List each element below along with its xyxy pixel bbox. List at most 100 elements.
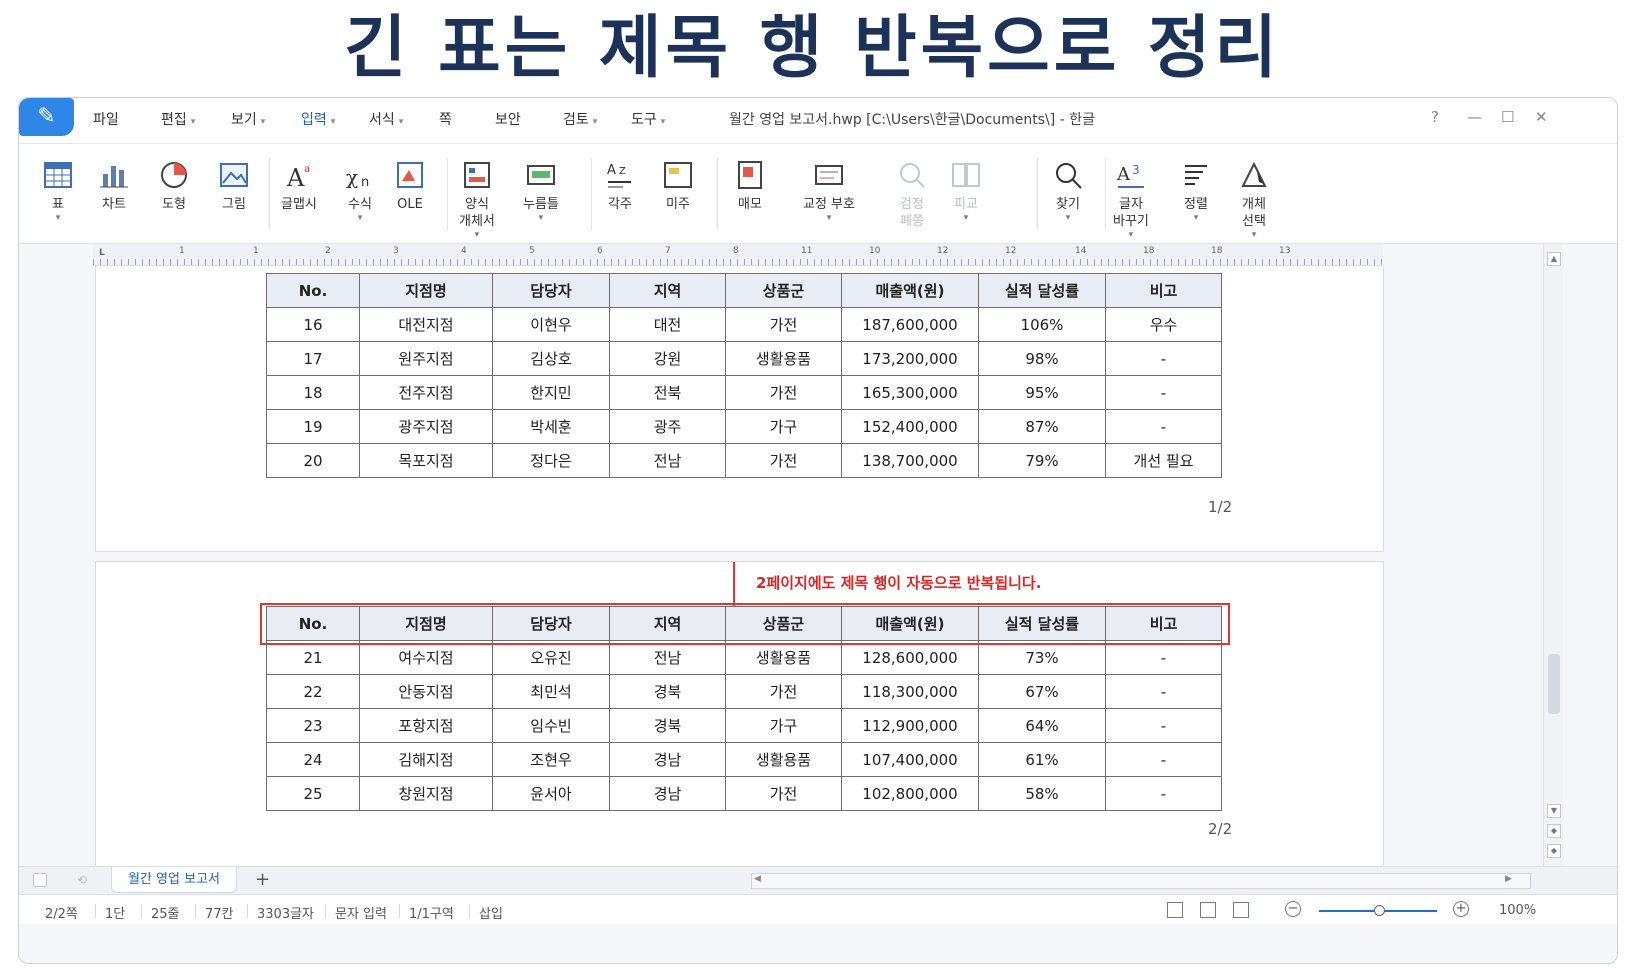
table-cell[interactable]: 79% <box>978 443 1106 478</box>
tab-nav-icon[interactable]: ⟲ <box>77 873 91 887</box>
table-cell[interactable]: 여수지점 <box>359 640 493 675</box>
table-cell[interactable]: 가전 <box>725 674 842 709</box>
table-row[interactable]: 22 안동지점 최민석 경북 가전 118,300,000 67% - <box>266 674 1222 709</box>
scroll-thumb[interactable] <box>1548 654 1560 714</box>
table-cell[interactable]: 187,600,000 <box>841 307 979 342</box>
ribbon-button-field[interactable]: 누름틀 ▾ <box>523 158 559 223</box>
table-page-2[interactable]: No. 지점명 담당자 지역 상품군 매출액(원) 실적 달성률 비고 21 여수지점 오유진 전남… <box>266 606 1222 811</box>
table-cell[interactable]: 21 <box>266 640 360 675</box>
scroll-left-icon[interactable]: ◀ <box>754 874 761 884</box>
table-cell[interactable]: 원주지점 <box>359 341 493 376</box>
table-cell[interactable]: 128,600,000 <box>841 640 979 675</box>
view-normal-icon[interactable] <box>1167 902 1183 918</box>
table-cell[interactable]: - <box>1105 674 1222 709</box>
table-cell[interactable]: 경남 <box>609 776 726 811</box>
table-cell[interactable]: 조현우 <box>492 742 610 777</box>
table-cell[interactable]: 가구 <box>725 708 842 743</box>
close-button[interactable]: ✕ <box>1535 108 1548 126</box>
table-cell[interactable]: 목포지점 <box>359 443 493 478</box>
ribbon-button-find[interactable]: 찾기 ▾ <box>1051 158 1085 223</box>
ribbon-button-chart[interactable]: 차트 <box>97 158 131 213</box>
help-icon[interactable]: ? <box>1431 108 1439 126</box>
maximize-button[interactable]: ☐ <box>1501 108 1514 126</box>
ribbon-button-form-object[interactable]: 양식 개체서 ▾ <box>459 158 495 240</box>
zoom-slider-knob[interactable] <box>1374 905 1385 916</box>
menu-item[interactable]: 편집 ▾ <box>161 109 195 129</box>
table-page-1[interactable]: No. 지점명 담당자 지역 상품군 매출액(원) 실적 달성률 비고 16 대전지점 이현우 대전… <box>266 273 1222 478</box>
menu-item[interactable]: 쪽 <box>439 109 452 129</box>
status-item[interactable]: 1/1구역 <box>409 903 454 922</box>
table-cell[interactable]: 24 <box>266 742 360 777</box>
table-cell[interactable]: 112,900,000 <box>841 708 979 743</box>
ribbon-button-sort[interactable]: 정렬 ▾ <box>1179 158 1213 223</box>
ribbon-button-select-object[interactable]: 개체 선택 ▾ <box>1237 158 1271 240</box>
table-cell[interactable]: 경북 <box>609 708 726 743</box>
ribbon-button-table[interactable]: 표 ▾ <box>41 158 75 223</box>
table-cell[interactable]: 광주지점 <box>359 409 493 444</box>
table-cell[interactable]: 전주지점 <box>359 375 493 410</box>
scroll-up-icon[interactable]: ▲ <box>1547 252 1561 266</box>
scroll-down-icon[interactable]: ▼ <box>1547 804 1561 818</box>
table-cell[interactable]: 95% <box>978 375 1106 410</box>
vertical-scrollbar[interactable]: ▲ ▼ ◆ ◆ <box>1543 244 1563 866</box>
table-cell[interactable]: 김상호 <box>492 341 610 376</box>
ribbon-button-replace[interactable]: A 3 글자 바꾸기 ▾ <box>1113 158 1149 240</box>
table-cell[interactable]: 18 <box>266 375 360 410</box>
ribbon-button-memo[interactable]: 매모 <box>733 158 767 213</box>
table-cell[interactable]: 58% <box>978 776 1106 811</box>
table-cell[interactable]: 김해지점 <box>359 742 493 777</box>
table-cell[interactable]: 개선 필요 <box>1105 443 1222 478</box>
table-cell[interactable]: 107,400,000 <box>841 742 979 777</box>
table-cell[interactable]: 가전 <box>725 307 842 342</box>
view-grid-icon[interactable] <box>1233 902 1249 918</box>
table-row[interactable]: 18 전주지점 한지민 전북 가전 165,300,000 95% - <box>266 375 1222 410</box>
table-cell[interactable]: 전남 <box>609 443 726 478</box>
app-logo-icon[interactable]: ✎ <box>19 98 74 136</box>
table-cell[interactable]: 98% <box>978 341 1106 376</box>
table-cell[interactable]: 전북 <box>609 375 726 410</box>
table-cell[interactable]: 25 <box>266 776 360 811</box>
table-cell[interactable]: 가전 <box>725 375 842 410</box>
table-cell[interactable]: - <box>1105 742 1222 777</box>
ribbon-button-equation[interactable]: χ n 수식 ▾ <box>343 158 377 223</box>
table-cell[interactable]: 가전 <box>725 776 842 811</box>
horizontal-ruler[interactable]: L 1 1 2 3 4 5 6 7 8 11 10 12 12 14 18 18 13 <box>93 244 1383 266</box>
table-cell[interactable]: 최민석 <box>492 674 610 709</box>
table-cell[interactable]: 광주 <box>609 409 726 444</box>
table-cell[interactable]: 106% <box>978 307 1106 342</box>
table-cell[interactable]: 생활용품 <box>725 640 842 675</box>
menu-item[interactable]: 입력 ▾ <box>301 109 335 129</box>
table-cell[interactable]: 22 <box>266 674 360 709</box>
document-tab[interactable]: 월간 영업 보고서 <box>111 867 237 893</box>
table-row[interactable]: 21 여수지점 오유진 전남 생활용품 128,600,000 73% - <box>266 640 1222 675</box>
table-cell[interactable]: 경북 <box>609 674 726 709</box>
menu-item[interactable]: 도구 ▾ <box>631 109 665 129</box>
table-cell[interactable]: 102,800,000 <box>841 776 979 811</box>
menu-item[interactable]: 서식 ▾ <box>369 109 403 129</box>
table-cell[interactable]: - <box>1105 341 1222 376</box>
menu-item[interactable]: 파일 <box>93 109 119 129</box>
table-cell[interactable]: 23 <box>266 708 360 743</box>
menu-item[interactable]: 검토 ▾ <box>563 109 597 129</box>
table-cell[interactable]: 윤서아 <box>492 776 610 811</box>
next-page-icon[interactable]: ◆ <box>1547 844 1561 858</box>
ruler-corner[interactable]: L <box>99 248 105 258</box>
table-cell[interactable]: 가구 <box>725 409 842 444</box>
table-cell[interactable]: - <box>1105 409 1222 444</box>
table-cell[interactable]: 전남 <box>609 640 726 675</box>
table-cell[interactable]: 박세훈 <box>492 409 610 444</box>
table-cell[interactable]: 우수 <box>1105 307 1222 342</box>
ribbon-button-proofreading[interactable]: 교정 부호 ▾ <box>803 158 855 223</box>
table-cell[interactable]: - <box>1105 640 1222 675</box>
table-cell[interactable]: 창원지점 <box>359 776 493 811</box>
minimize-button[interactable]: — <box>1467 108 1482 126</box>
table-cell[interactable]: - <box>1105 375 1222 410</box>
table-row[interactable]: 25 창원지점 윤서아 경남 가전 102,800,000 58% - <box>266 776 1222 811</box>
zoom-in-icon[interactable]: + <box>1453 901 1469 917</box>
menu-item[interactable]: 보기 ▾ <box>231 109 265 129</box>
table-row[interactable]: 24 김해지점 조현우 경남 생활용품 107,400,000 61% - <box>266 742 1222 777</box>
menu-item[interactable]: 보안 <box>495 109 521 129</box>
table-cell[interactable]: 대전 <box>609 307 726 342</box>
table-cell[interactable]: 118,300,000 <box>841 674 979 709</box>
table-cell[interactable]: 20 <box>266 443 360 478</box>
